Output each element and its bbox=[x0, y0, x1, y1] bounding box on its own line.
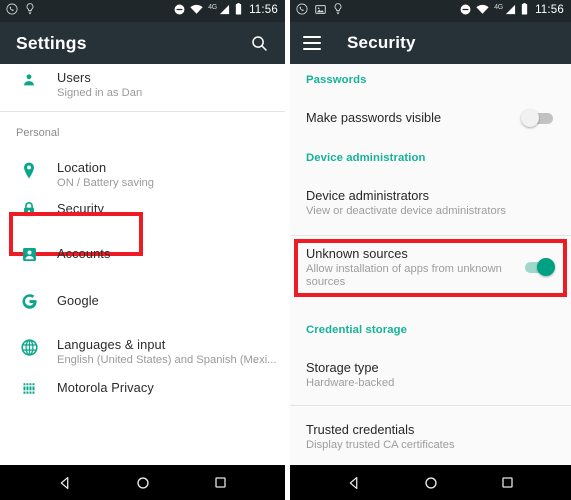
dual-phone-screenshot: 4G 11:56 Settings Users Signed in as Dan… bbox=[0, 0, 571, 500]
status-system-icons: 4G 11:56 bbox=[460, 2, 564, 20]
signal-icon bbox=[505, 2, 516, 20]
page-title: Settings bbox=[16, 32, 87, 53]
whatsapp-icon bbox=[296, 2, 308, 20]
battery-icon bbox=[235, 2, 242, 20]
settings-row-location[interactable]: Location ON / Battery saving bbox=[0, 140, 285, 189]
battery-icon bbox=[521, 2, 528, 20]
section-header-personal: Personal bbox=[16, 127, 60, 139]
right-phone-screen: 4G 11:56 Security Passwords Make passwor… bbox=[290, 0, 571, 500]
lightbulb-icon bbox=[333, 2, 343, 20]
wifi-icon bbox=[476, 2, 489, 20]
whatsapp-icon bbox=[6, 2, 18, 20]
row-text: Security bbox=[46, 201, 273, 216]
do-not-disturb-icon bbox=[460, 2, 471, 20]
security-row-storage-type[interactable]: Storage type Hardware-backed bbox=[290, 337, 571, 391]
security-row-make-passwords-visible[interactable]: Make passwords visible bbox=[290, 87, 571, 127]
row-title: Make passwords visible bbox=[306, 110, 442, 125]
left-navigation-bar bbox=[0, 465, 285, 500]
category-header-passwords: Passwords bbox=[306, 74, 367, 86]
row-subtitle: Display trusted CA certificates bbox=[306, 439, 455, 451]
row-text: Users Signed in as Dan bbox=[46, 70, 273, 100]
search-icon[interactable] bbox=[250, 34, 269, 53]
row-text: Google bbox=[46, 293, 273, 308]
row-title: Device administrators bbox=[306, 188, 430, 203]
settings-row-google[interactable]: Google bbox=[0, 276, 285, 324]
row-subtitle: Hardware-backed bbox=[306, 376, 395, 389]
row-subtitle: View or deactivate device administrators bbox=[306, 205, 507, 217]
wifi-icon bbox=[190, 2, 203, 20]
row-title: Storage type bbox=[306, 359, 379, 375]
settings-row-languages[interactable]: Languages & input English (United States… bbox=[0, 324, 285, 370]
back-triangle-icon[interactable] bbox=[57, 475, 73, 491]
row-text: Trusted credentials Display trusted CA c… bbox=[306, 422, 555, 453]
grid-icon bbox=[12, 379, 46, 396]
row-title: Location bbox=[57, 160, 107, 175]
row-title: Languages & input bbox=[57, 337, 166, 352]
settings-row-motorola-privacy[interactable]: Motorola Privacy bbox=[0, 370, 285, 404]
row-subtitle: Signed in as Dan bbox=[57, 87, 143, 99]
settings-row-security[interactable]: Security bbox=[0, 186, 285, 230]
screenshot-icon bbox=[315, 2, 326, 20]
category-header-credential-storage: Credential storage bbox=[306, 323, 407, 336]
row-title: Users bbox=[57, 70, 91, 85]
google-g-icon bbox=[12, 291, 46, 310]
lightbulb-icon bbox=[25, 2, 35, 20]
left-phone-screen: 4G 11:56 Settings Users Signed in as Dan… bbox=[0, 0, 285, 500]
globe-icon bbox=[12, 337, 46, 356]
location-pin-icon bbox=[12, 160, 46, 179]
recents-square-icon[interactable] bbox=[213, 475, 228, 490]
do-not-disturb-icon bbox=[174, 2, 185, 20]
status-system-icons: 4G 11:56 bbox=[174, 2, 278, 20]
row-title: Motorola Privacy bbox=[57, 379, 154, 395]
settings-row-accounts[interactable]: Accounts bbox=[0, 230, 285, 276]
unknown-sources-toggle[interactable] bbox=[521, 257, 555, 276]
security-settings-list: Passwords Make passwords visible Device … bbox=[290, 64, 571, 465]
row-text: Languages & input English (United States… bbox=[46, 337, 277, 367]
person-icon bbox=[12, 70, 46, 88]
row-subtitle: English (United States) and Spanish (Mex… bbox=[57, 354, 277, 366]
row-title: Unknown sources bbox=[306, 245, 408, 261]
security-row-device-administrators[interactable]: Device administrators View or deactivate… bbox=[290, 165, 571, 219]
status-notification-icons bbox=[6, 2, 35, 20]
hamburger-menu-icon[interactable] bbox=[303, 36, 321, 50]
page-title: Security bbox=[347, 33, 416, 52]
make-passwords-visible-toggle[interactable] bbox=[521, 109, 555, 127]
row-text: Accounts bbox=[46, 246, 273, 261]
settings-list: Users Signed in as Dan Personal Location… bbox=[0, 64, 285, 465]
recents-square-icon[interactable] bbox=[500, 475, 515, 490]
settings-app-bar: Settings bbox=[0, 22, 285, 64]
row-text: Make passwords visible bbox=[306, 110, 513, 126]
lock-icon bbox=[12, 199, 46, 218]
row-title: Security bbox=[57, 200, 105, 216]
row-subtitle: Allow installation of apps from unknown … bbox=[306, 262, 502, 289]
category-header-device-administration: Device administration bbox=[306, 152, 426, 164]
row-text: Storage type Hardware-backed bbox=[306, 360, 555, 391]
status-clock: 11:56 bbox=[249, 4, 278, 17]
security-row-unknown-sources[interactable]: Unknown sources Allow installation of ap… bbox=[290, 236, 571, 290]
right-status-bar: 4G 11:56 bbox=[290, 0, 571, 22]
home-circle-icon[interactable] bbox=[423, 475, 439, 491]
security-row-trusted-credentials[interactable]: Trusted credentials Display trusted CA c… bbox=[290, 406, 571, 453]
home-circle-icon[interactable] bbox=[135, 475, 151, 491]
status-clock: 11:56 bbox=[535, 4, 564, 17]
settings-row-users[interactable]: Users Signed in as Dan bbox=[0, 64, 285, 106]
row-title: Accounts bbox=[57, 245, 111, 261]
row-text: Unknown sources Allow installation of ap… bbox=[306, 246, 513, 290]
signal-icon bbox=[219, 2, 230, 20]
back-triangle-icon[interactable] bbox=[346, 475, 362, 491]
status-notification-icons bbox=[296, 2, 343, 20]
network-type-label: 4G bbox=[208, 3, 218, 11]
right-navigation-bar bbox=[290, 465, 571, 500]
security-app-bar: Security bbox=[290, 22, 571, 64]
row-text: Device administrators View or deactivate… bbox=[306, 188, 555, 219]
row-title: Trusted credentials bbox=[306, 422, 415, 437]
network-type-label: 4G bbox=[494, 3, 504, 11]
row-title: Google bbox=[57, 292, 99, 308]
row-text: Motorola Privacy bbox=[46, 380, 273, 395]
account-box-icon bbox=[12, 245, 46, 262]
left-status-bar: 4G 11:56 bbox=[0, 0, 285, 22]
